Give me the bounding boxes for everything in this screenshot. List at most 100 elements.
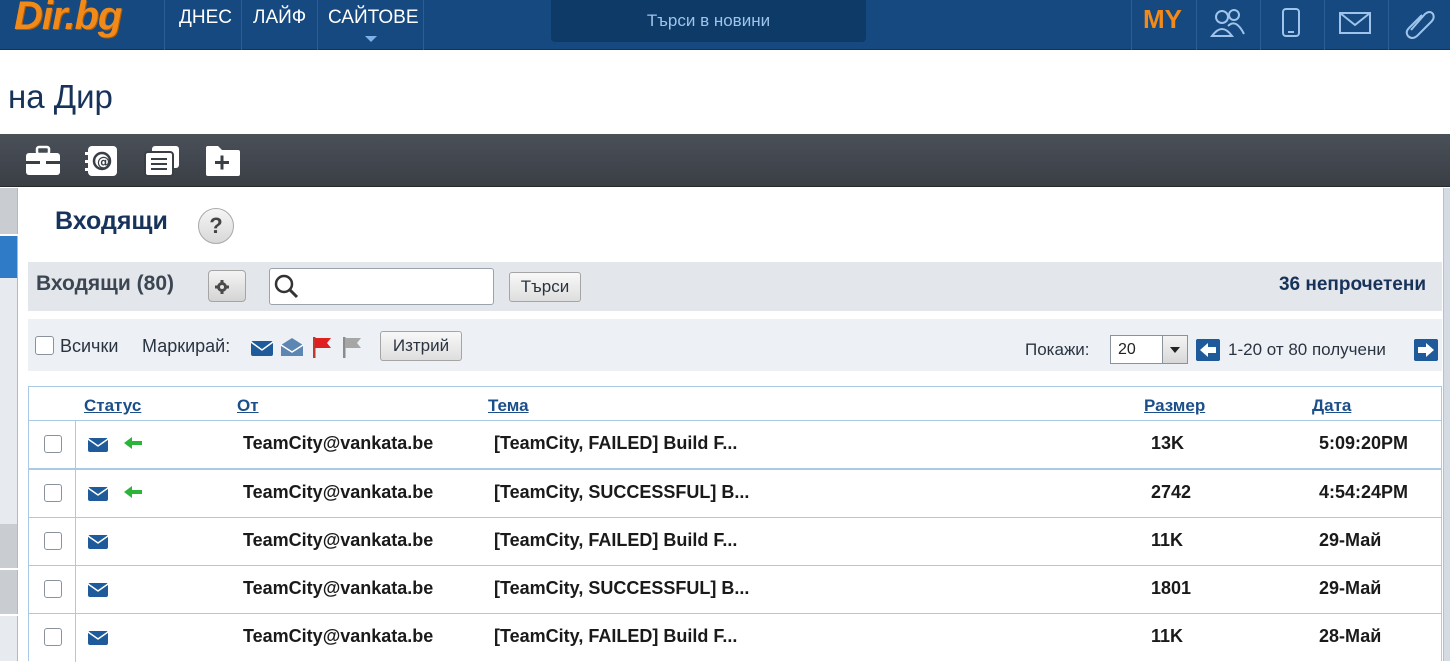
mail-icon[interactable] xyxy=(1337,6,1373,40)
page-size-label: Покажи: xyxy=(1025,340,1090,359)
flag-gray-icon[interactable] xyxy=(340,335,364,359)
select-all-label[interactable]: Всички xyxy=(60,336,118,357)
page-size-value: 20 xyxy=(1118,341,1136,358)
prev-page-icon[interactable] xyxy=(1196,339,1220,361)
mobile-icon[interactable] xyxy=(1273,6,1309,40)
column-size[interactable]: Размер xyxy=(1144,396,1205,416)
side-nav-tab[interactable] xyxy=(0,524,18,568)
nav-item-sites[interactable]: САЙТОВЕ xyxy=(328,7,419,29)
subject-cell[interactable]: [TeamCity, SUCCESSFUL] B... xyxy=(494,578,749,599)
nav-divider xyxy=(1388,0,1389,50)
row-divider xyxy=(75,421,76,469)
column-subject[interactable]: Тема xyxy=(488,396,529,416)
table-row[interactable]: TeamCity@vankata.be [TeamCity, SUCCESSFUL… xyxy=(29,468,1441,518)
unread-mail-icon xyxy=(87,631,109,645)
folder-name: Входящи (80) xyxy=(36,272,174,295)
row-checkbox[interactable] xyxy=(44,580,62,598)
chevron-down-icon xyxy=(1162,336,1187,363)
side-nav-tab-active[interactable] xyxy=(0,236,18,278)
from-cell[interactable]: TeamCity@vankata.be xyxy=(243,530,433,551)
row-checkbox[interactable] xyxy=(44,628,62,646)
folder-bar: Входящи (80) Търси 36 непрочетени xyxy=(28,262,1442,311)
nav-divider xyxy=(241,0,242,50)
dir-bg-logo[interactable]: Dir.bg xyxy=(14,0,122,39)
unread-mail-icon xyxy=(87,438,109,452)
table-row[interactable]: TeamCity@vankata.be [TeamCity, SUCCESSFUL… xyxy=(29,565,1441,614)
size-cell: 13K xyxy=(1151,433,1185,453)
date-cell: 4:54:24PM xyxy=(1319,482,1409,502)
date-cell: 29-Май xyxy=(1319,578,1382,598)
people-icon[interactable] xyxy=(1210,6,1246,40)
from-cell[interactable]: TeamCity@vankata.be xyxy=(243,626,433,647)
mailbox-title: Входящи xyxy=(55,207,168,235)
subject-cell[interactable]: [TeamCity, FAILED] Build F... xyxy=(494,626,737,647)
paperclip-icon[interactable] xyxy=(1401,6,1437,40)
size-cell: 11K xyxy=(1151,626,1184,646)
briefcase-icon[interactable] xyxy=(24,144,62,178)
mail-toolbar: @ xyxy=(0,134,1450,187)
mail-search-input[interactable] xyxy=(269,268,494,305)
column-date[interactable]: Дата xyxy=(1312,396,1351,416)
row-divider xyxy=(75,614,76,662)
from-cell[interactable]: TeamCity@vankata.be xyxy=(243,578,433,599)
row-checkbox[interactable] xyxy=(44,484,62,502)
address-book-icon[interactable]: @ xyxy=(83,144,121,178)
folder-add-icon[interactable] xyxy=(204,144,242,178)
row-checkbox[interactable] xyxy=(44,435,62,453)
size-cell: 11K xyxy=(1151,530,1184,550)
unread-mail-icon xyxy=(87,583,109,597)
unread-mail-icon xyxy=(87,487,109,501)
nav-divider xyxy=(164,0,165,50)
column-from[interactable]: От xyxy=(237,396,259,416)
help-button[interactable]: ? xyxy=(198,208,234,244)
unread-count[interactable]: 36 непрочетени xyxy=(1279,274,1426,296)
column-status[interactable]: Статус xyxy=(84,396,141,416)
nav-divider xyxy=(1196,0,1197,50)
size-cell: 1801 xyxy=(1151,578,1192,598)
flag-red-icon[interactable] xyxy=(310,335,334,359)
from-cell[interactable]: TeamCity@vankata.be xyxy=(243,433,433,454)
subject-cell[interactable]: [TeamCity, FAILED] Build F... xyxy=(494,433,737,454)
delete-button[interactable]: Изтрий xyxy=(380,331,462,361)
top-navigation-bar: Dir.bg ДНЕС ЛАЙФ САЙТОВЕ Търси в новини … xyxy=(0,0,1450,50)
scrollbar[interactable] xyxy=(1443,188,1450,661)
table-row[interactable]: TeamCity@vankata.be [TeamCity, FAILED] Bu… xyxy=(29,613,1441,662)
page-range: 1-20 от 80 получени xyxy=(1228,340,1386,359)
row-divider xyxy=(75,566,76,614)
folder-settings-button[interactable] xyxy=(208,270,246,302)
from-cell[interactable]: TeamCity@vankata.be xyxy=(243,482,433,503)
table-row[interactable]: TeamCity@vankata.be [TeamCity, FAILED] Bu… xyxy=(29,517,1441,566)
nav-divider xyxy=(423,0,424,50)
subject-cell[interactable]: [TeamCity, FAILED] Build F... xyxy=(494,530,737,551)
side-nav-tab[interactable] xyxy=(0,188,18,234)
mark-label: Маркирай: xyxy=(142,336,231,356)
search-icon xyxy=(274,274,299,299)
mark-unread-icon[interactable] xyxy=(250,335,274,359)
unread-mail-icon xyxy=(87,535,109,549)
news-search-input[interactable]: Търси в новини xyxy=(551,0,866,42)
nav-item-life[interactable]: ЛАЙФ xyxy=(253,7,306,29)
mark-read-icon[interactable] xyxy=(280,335,304,359)
side-nav-tab[interactable] xyxy=(0,570,18,614)
search-button[interactable]: Търси xyxy=(509,272,581,302)
subject-cell[interactable]: [TeamCity, SUCCESSFUL] B... xyxy=(494,482,749,503)
nav-item-today[interactable]: ДНЕС xyxy=(179,7,232,29)
nav-divider xyxy=(1260,0,1261,50)
replied-arrow-icon xyxy=(124,437,142,449)
chevron-down-icon xyxy=(365,36,377,42)
next-page-icon[interactable] xyxy=(1414,339,1438,361)
row-divider xyxy=(75,470,76,518)
actions-bar: Всички Маркирай: Изтрий Покажи: 20 1-20 … xyxy=(28,319,1442,371)
table-row[interactable]: TeamCity@vankata.be [TeamCity, FAILED] Bu… xyxy=(29,420,1441,469)
page-size-select[interactable]: 20 xyxy=(1110,335,1188,364)
notes-icon[interactable] xyxy=(143,144,181,178)
side-nav-panel xyxy=(0,278,18,524)
date-cell: 28-Май xyxy=(1319,626,1382,646)
page-title: на Дир xyxy=(8,78,113,115)
select-all-checkbox[interactable] xyxy=(35,336,54,355)
svg-text:@: @ xyxy=(97,155,110,170)
row-checkbox[interactable] xyxy=(44,532,62,550)
nav-divider xyxy=(1324,0,1325,50)
row-divider xyxy=(75,518,76,566)
my-account-link[interactable]: MY xyxy=(1143,4,1182,35)
